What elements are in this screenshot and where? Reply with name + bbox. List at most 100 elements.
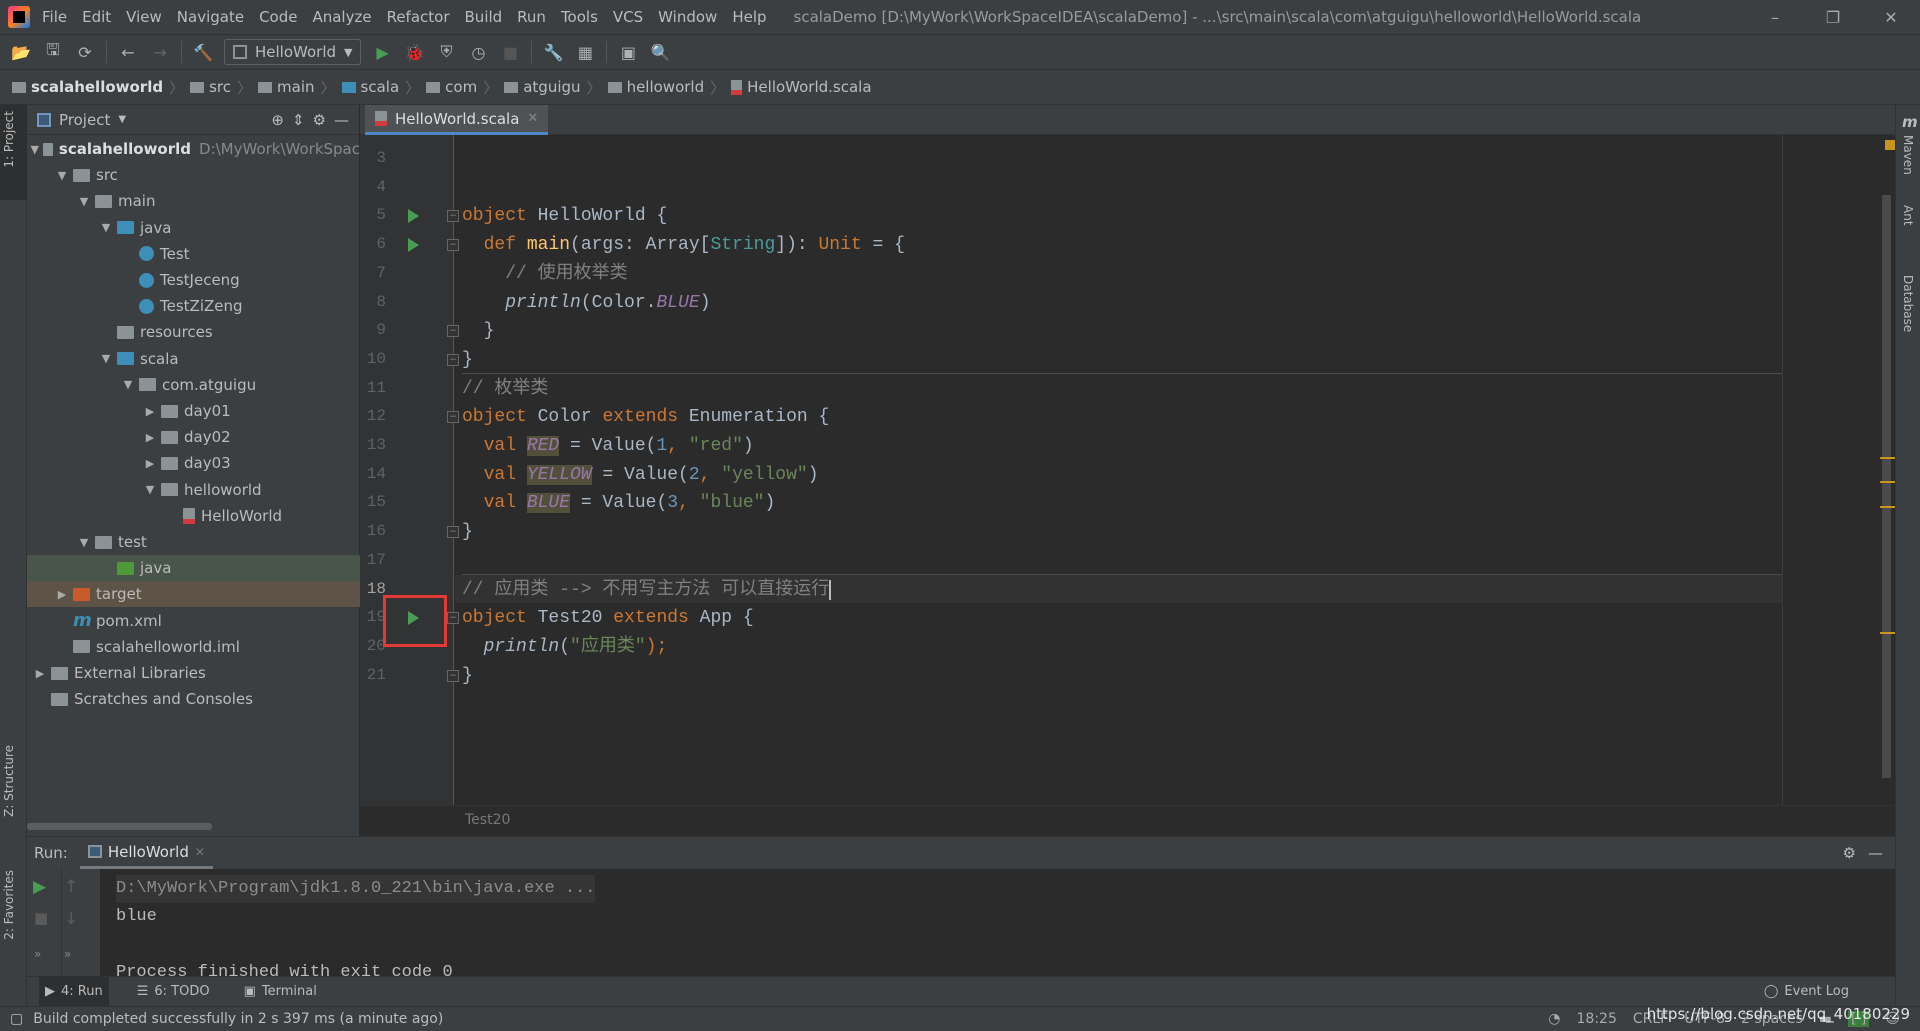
stop-icon[interactable]: ■ — [499, 41, 521, 63]
down-arrow-icon[interactable]: ↓ — [64, 909, 78, 929]
expanded-arrow-icon[interactable]: ▼ — [77, 536, 91, 549]
expanded-arrow-icon[interactable]: ▼ — [143, 483, 157, 496]
collapsed-arrow-icon[interactable]: ▶ — [143, 431, 157, 444]
collapsed-arrow-icon[interactable]: ▶ — [143, 405, 157, 418]
tool-tab-database[interactable]: Database — [1901, 275, 1915, 332]
run-gutter-icon[interactable] — [408, 209, 419, 224]
collapse-all-icon[interactable]: ⇕ — [292, 111, 305, 129]
restore-button[interactable]: ❐ — [1804, 0, 1862, 35]
hide-icon[interactable]: — — [334, 111, 349, 129]
minimize-button[interactable]: – — [1746, 0, 1804, 35]
locate-icon[interactable]: ⊕ — [271, 111, 284, 129]
fold-marker-icon[interactable]: − — [447, 612, 459, 625]
tool-tab-terminal[interactable]: ▣ Terminal — [238, 977, 323, 1007]
menu-edit[interactable]: Edit — [82, 8, 111, 26]
tool-tab-maven[interactable]: Maven — [1901, 135, 1915, 175]
menu-run[interactable]: Run — [517, 8, 546, 26]
breadcrumb-item[interactable]: com — [426, 78, 477, 96]
close-button[interactable]: ✕ — [1862, 0, 1920, 35]
fold-marker-icon[interactable]: − — [447, 325, 459, 338]
tree-item[interactable]: ▼ java — [27, 215, 360, 241]
gear-icon[interactable]: ⚙ — [1843, 844, 1856, 862]
warning-marker[interactable] — [1880, 632, 1895, 634]
event-log-button[interactable]: ◯ Event Log — [1758, 977, 1855, 1007]
menu-file[interactable]: File — [42, 8, 67, 26]
run-icon[interactable]: ▶ — [371, 41, 393, 63]
menu-window[interactable]: Window — [658, 8, 717, 26]
toggle-tool-windows-icon[interactable]: ▢ — [10, 1011, 23, 1027]
fold-marker-icon[interactable]: − — [447, 669, 459, 682]
more-icon[interactable]: » — [34, 947, 41, 961]
tree-item[interactable]: ▼ scalahelloworld D:\MyWork\WorkSpac — [27, 136, 360, 162]
tool-tab-todo[interactable]: ☰ 6: TODO — [131, 977, 216, 1007]
tree-item[interactable]: ▶ day02 — [27, 424, 360, 450]
breadcrumb-item[interactable]: main — [258, 78, 315, 96]
vertical-scrollbar[interactable] — [1882, 195, 1891, 778]
fold-marker-icon[interactable]: − — [447, 526, 459, 539]
close-tab-icon[interactable]: ✕ — [195, 845, 205, 859]
menu-analyze[interactable]: Analyze — [312, 8, 371, 26]
tree-item[interactable]: TestJeceng — [27, 267, 360, 293]
tree-item[interactable]: resources — [27, 319, 360, 345]
breadcrumb-item[interactable]: scala — [341, 78, 399, 96]
coverage-icon[interactable]: ⛨ — [435, 41, 457, 63]
collapsed-arrow-icon[interactable]: ▶ — [55, 588, 69, 601]
tree-item[interactable]: ▶ day03 — [27, 450, 360, 476]
tree-item[interactable]: ▼ test — [27, 529, 360, 555]
forward-icon[interactable]: → — [149, 41, 171, 63]
breadcrumb-item[interactable]: helloworld — [607, 78, 704, 96]
menu-code[interactable]: Code — [259, 8, 297, 26]
tree-item[interactable]: scalahelloworld.iml — [27, 634, 360, 660]
tool-tab-project[interactable]: 1: Project — [2, 111, 16, 168]
chevron-down-icon[interactable]: ▼ — [118, 114, 126, 125]
sync-icon[interactable]: ⟳ — [74, 41, 96, 63]
tree-item[interactable]: ▼ src — [27, 162, 360, 188]
fold-marker-icon[interactable]: − — [447, 353, 459, 366]
memory-indicator-icon[interactable]: ◔ — [1548, 1011, 1560, 1027]
search-icon[interactable]: 🔍 — [649, 41, 671, 63]
stop-icon[interactable]: ■ — [34, 909, 48, 927]
collapsed-arrow-icon[interactable]: ▶ — [33, 667, 47, 680]
menu-view[interactable]: View — [126, 8, 162, 26]
expanded-arrow-icon[interactable]: ▼ — [121, 378, 135, 391]
open-folder-icon[interactable]: 📂 — [10, 41, 32, 63]
collapsed-arrow-icon[interactable]: ▶ — [143, 457, 157, 470]
warning-marker[interactable] — [1880, 481, 1895, 483]
up-arrow-icon[interactable]: ↑ — [64, 877, 78, 897]
expanded-arrow-icon[interactable]: ▼ — [55, 169, 69, 182]
menu-vcs[interactable]: VCS — [613, 8, 643, 26]
tree-item[interactable]: ▼ com.atguigu — [27, 372, 360, 398]
tree-item[interactable]: ▼ helloworld — [27, 477, 360, 503]
more-icon[interactable]: » — [64, 947, 71, 961]
warning-marker[interactable] — [1880, 506, 1895, 508]
tree-item[interactable]: ▶ External Libraries — [27, 660, 360, 686]
run-gutter-icon[interactable] — [408, 238, 419, 253]
hide-icon[interactable]: — — [1868, 844, 1883, 862]
breadcrumb-item[interactable]: src — [190, 78, 231, 96]
code-editor[interactable]: 3 4 5−6−7 8 9−10−11 12−13 14 15 16−17 18 19−20 21− … — [360, 135, 1895, 836]
expanded-arrow-icon[interactable]: ▼ — [77, 195, 91, 208]
project-structure-icon[interactable]: ▦ — [574, 41, 596, 63]
tool-tab-run[interactable]: ▶ 4: Run — [39, 976, 109, 1007]
menu-navigate[interactable]: Navigate — [177, 8, 244, 26]
tree-item[interactable]: ▼ scala — [27, 346, 360, 372]
tree-item[interactable]: TestZiZeng — [27, 293, 360, 319]
expanded-arrow-icon[interactable]: ▼ — [99, 221, 113, 234]
tree-item[interactable]: java — [27, 555, 360, 582]
run-config-select[interactable]: HelloWorld ▼ — [224, 39, 362, 65]
debug-icon[interactable]: 🐞 — [403, 41, 425, 63]
tree-item[interactable]: Scratches and Consoles — [27, 686, 360, 712]
profile-icon[interactable]: ◷ — [467, 41, 489, 63]
close-tab-icon[interactable]: ✕ — [527, 111, 538, 126]
fold-marker-icon[interactable]: − — [447, 411, 459, 424]
caret-position[interactable]: 18:25 — [1577, 1011, 1617, 1027]
breadcrumb-item[interactable]: HelloWorld.scala — [731, 78, 872, 96]
expanded-arrow-icon[interactable]: ▼ — [31, 143, 39, 156]
horizontal-scrollbar[interactable] — [27, 823, 212, 830]
menu-help[interactable]: Help — [732, 8, 766, 26]
rerun-icon[interactable]: ▶ — [33, 877, 46, 897]
breadcrumb-item[interactable]: atguigu — [504, 78, 581, 96]
menu-refactor[interactable]: Refactor — [387, 8, 450, 26]
tree-item[interactable]: HelloWorld — [27, 503, 360, 529]
menu-build[interactable]: Build — [465, 8, 503, 26]
